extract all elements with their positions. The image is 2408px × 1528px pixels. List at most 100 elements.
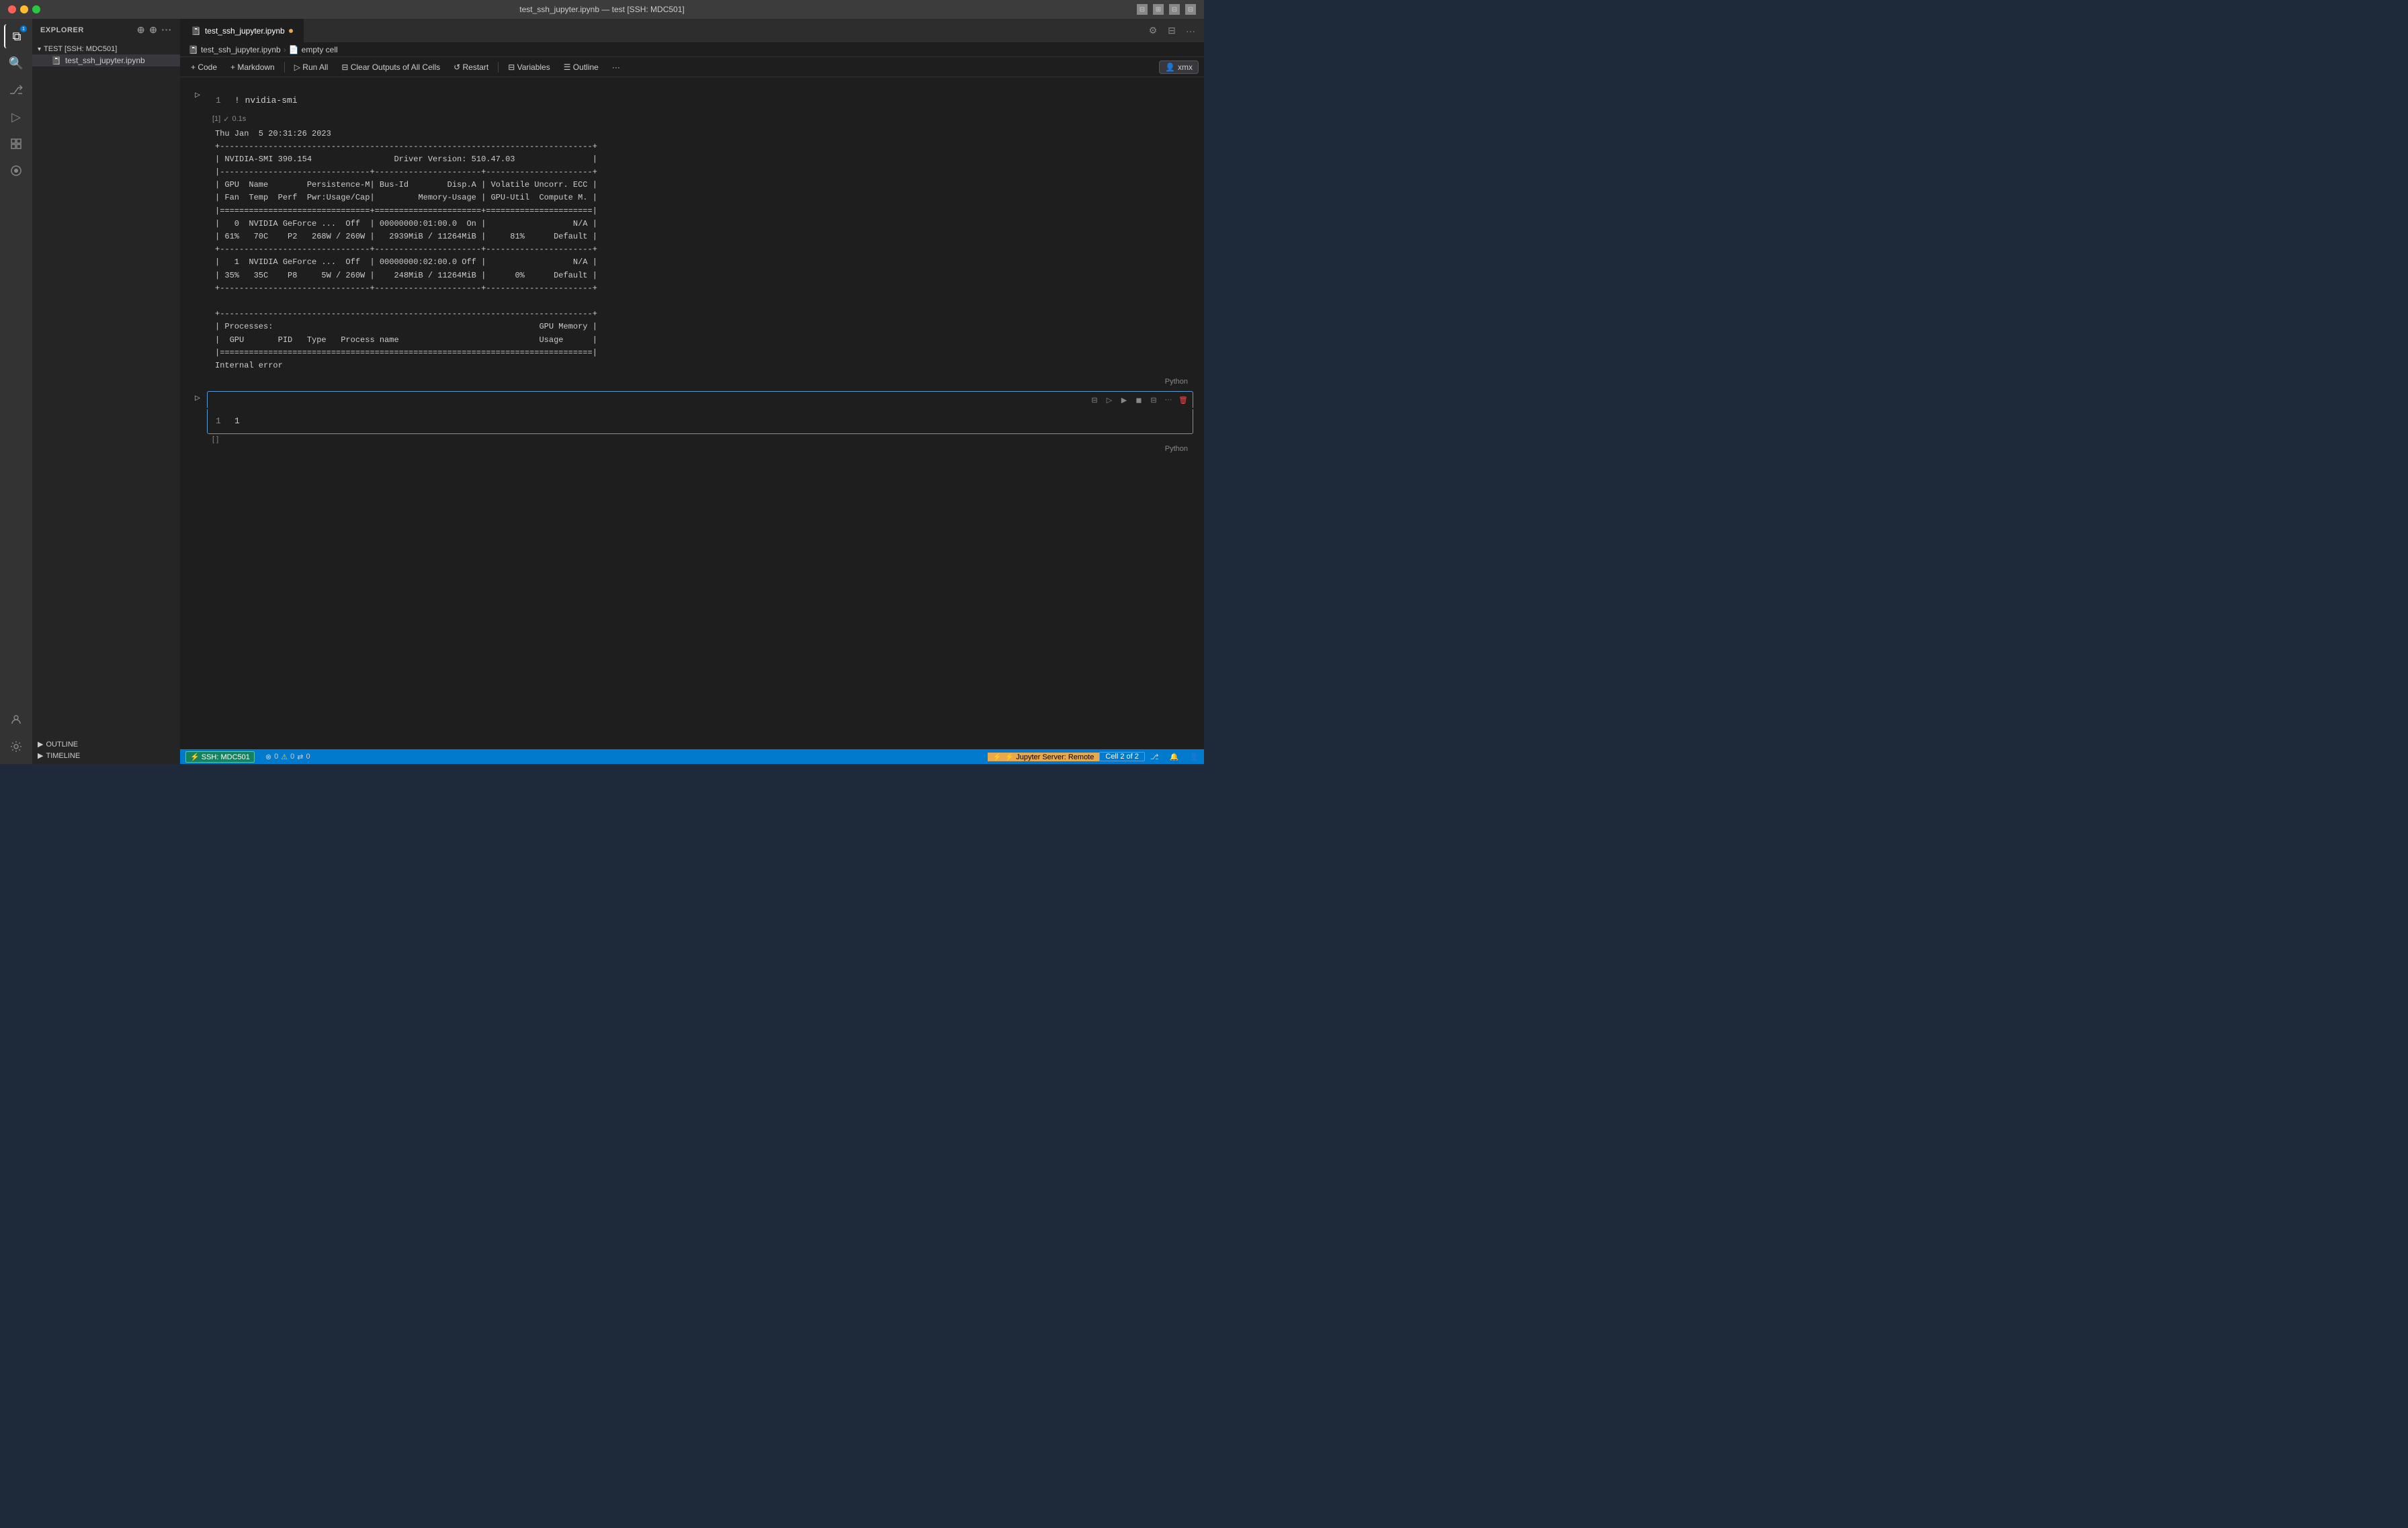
xmx-button[interactable]: 👤 xmx — [1159, 60, 1199, 74]
cell-2-delete-icon[interactable]: 🗑 — [1176, 393, 1190, 407]
toolbar-separator-1 — [284, 62, 285, 73]
cell-1-check-icon: ✓ — [223, 115, 229, 124]
cell-2-format-icon[interactable]: ⊟ — [1088, 393, 1101, 407]
sidebar-file-item[interactable]: 📓 test_ssh_jupyter.ipynb — [32, 54, 180, 67]
sidebar-group-test[interactable]: ▾ TEST [SSH: MDC501] — [32, 44, 180, 54]
status-jupyter-item[interactable]: ⚡ ⚡ Jupyter Server: Remote — [988, 753, 1100, 761]
minimize-button[interactable] — [20, 5, 28, 13]
toolbar-more-button[interactable]: ··· — [607, 61, 626, 73]
split-editor-icon[interactable]: ⊟ — [1164, 23, 1180, 39]
cell-2-run-above-icon[interactable]: ▷ — [1103, 393, 1116, 407]
status-ssh-item[interactable]: ⚡ SSH: MDC501 — [180, 749, 260, 764]
status-account-icon[interactable]: 👤 — [1184, 753, 1204, 761]
xmx-label: xmx — [1178, 62, 1193, 72]
cell-2-count: [ ] — [212, 435, 218, 443]
titlebar: test_ssh_jupyter.ipynb — test [SSH: MDC5… — [0, 0, 1204, 19]
status-bar-right: ⚡ ⚡ Jupyter Server: Remote Cell 2 of 2 ⎇… — [988, 752, 1204, 761]
add-code-button[interactable]: + Code — [185, 61, 222, 73]
status-errors-item[interactable]: ⊗ 0 ⚠ 0 ⇄ 0 — [260, 749, 316, 764]
status-bell-icon[interactable]: 🔔 — [1164, 753, 1185, 761]
notebook-toolbar: + Code + Markdown ▷ Run All ⊟ Clear Outp… — [180, 57, 1204, 77]
breadcrumb-part-1[interactable]: test_ssh_jupyter.ipynb — [201, 45, 281, 54]
cell-1-time: 0.1s — [232, 115, 246, 123]
activity-bar: ⧉ 1 🔍 ⎇ ▷ — [0, 19, 32, 764]
tab-notebook-icon: 📓 — [191, 26, 201, 36]
status-cell-count-item: Cell 2 of 2 — [1099, 752, 1145, 761]
layout-icon-4[interactable]: ⊟ — [1185, 4, 1196, 15]
outline-arrow-icon: ▶ — [38, 740, 43, 749]
cell-1-execution: [1] ✓ 0.1s — [207, 114, 1193, 125]
activity-search[interactable]: 🔍 — [4, 51, 28, 75]
outline-label: OUTLINE — [46, 740, 78, 749]
sidebar-bottom: ▶ OUTLINE ▶ TIMELINE — [32, 736, 180, 764]
breadcrumb-separator: › — [284, 45, 286, 54]
layout-icon-3[interactable]: ⊟ — [1169, 4, 1180, 15]
activity-files[interactable]: ⧉ 1 — [4, 24, 28, 48]
activity-account[interactable] — [4, 708, 28, 732]
app-container: ⧉ 1 🔍 ⎇ ▷ — [0, 19, 1204, 764]
activity-run[interactable]: ▷ — [4, 105, 28, 129]
activity-settings[interactable] — [4, 734, 28, 759]
tab-notebook[interactable]: 📓 test_ssh_jupyter.ipynb — [180, 19, 304, 42]
cell-1-code: ! nvidia-smi — [234, 95, 298, 105]
activity-source-control[interactable]: ⎇ — [4, 78, 28, 102]
cell-2-interrupt-icon[interactable]: ◼ — [1132, 393, 1146, 407]
variables-button[interactable]: ⊟ Variables — [503, 61, 556, 73]
cell-1-inner: 1 ! nvidia-smi — [207, 88, 1193, 114]
person-icon: 👤 — [1165, 62, 1175, 72]
error-count: 0 — [274, 753, 278, 761]
close-button[interactable] — [8, 5, 16, 13]
cell-2-editor[interactable]: 1 1 — [208, 409, 1193, 433]
tab-more-icon[interactable]: ··· — [1182, 23, 1199, 39]
settings-icon[interactable]: ⚙ — [1145, 23, 1161, 39]
tab-actions: ⚙ ⊟ ··· — [1145, 23, 1204, 39]
cell-1-lang: Python — [207, 378, 1193, 386]
cell-2-clear-icon[interactable]: ⊟ — [1147, 393, 1160, 407]
ports-count: 0 — [306, 753, 310, 761]
sidebar-outline[interactable]: ▶ OUTLINE — [32, 738, 180, 750]
error-circle-icon: ⊗ — [265, 753, 271, 761]
warning-count: 0 — [290, 753, 294, 761]
restart-button[interactable]: ↺ Restart — [448, 61, 494, 73]
layout-icon-1[interactable]: ⊟ — [1137, 4, 1148, 15]
cell-2-run-icon[interactable]: ▶ — [1117, 393, 1131, 407]
sidebar-new-file-icon[interactable]: ⊕ — [137, 24, 145, 36]
sidebar-new-folder-icon[interactable]: ⊕ — [149, 24, 157, 36]
cell-1-run-button[interactable]: ▷ — [191, 88, 204, 101]
run-all-button[interactable]: ▷ Run All — [289, 61, 334, 73]
notebook-file-icon: 📓 — [51, 56, 61, 65]
cell-2-inner: 1 1 — [207, 409, 1193, 434]
status-branch-icon[interactable]: ⎇ — [1145, 753, 1164, 761]
sidebar-timeline[interactable]: ▶ TIMELINE — [32, 750, 180, 761]
activity-extensions[interactable] — [4, 132, 28, 156]
maximize-button[interactable] — [32, 5, 40, 13]
breadcrumb: 📓 test_ssh_jupyter.ipynb › 📄 empty cell — [180, 42, 1204, 57]
cell-1-editor[interactable]: 1 ! nvidia-smi — [208, 89, 1193, 113]
status-ssh-label: ⚡ SSH: MDC501 — [185, 751, 255, 763]
notebook-content[interactable]: ▷ 1 ! nvidia-smi [1] ✓ 0.1s — [180, 77, 1204, 749]
breadcrumb-icon-1: 📓 — [188, 45, 198, 54]
cell-1-output: Thu Jan 5 20:31:26 2023 +---------------… — [207, 125, 1193, 378]
layout-icon-2[interactable]: ⊞ — [1153, 4, 1164, 15]
breadcrumb-part-2[interactable]: empty cell — [302, 45, 338, 54]
sidebar-more-icon[interactable]: ··· — [161, 24, 172, 36]
status-bar: ⚡ SSH: MDC501 ⊗ 0 ⚠ 0 ⇄ 0 ⚡ ⚡ Jupyter Se… — [180, 749, 1204, 764]
window-title: test_ssh_jupyter.ipynb — test [SSH: MDC5… — [519, 5, 684, 14]
warning-triangle-icon: ⚠ — [281, 753, 288, 761]
tree-arrow-icon: ▾ — [38, 46, 41, 53]
outline-button[interactable]: ☰ Outline — [558, 61, 604, 73]
cell-2-execution: [ ] — [207, 434, 1193, 445]
tab-modified-dot — [289, 29, 293, 33]
status-jupyter-label: ⚡ Jupyter Server: Remote — [1004, 753, 1094, 761]
clear-outputs-button[interactable]: ⊟ Clear Outputs of All Cells — [336, 61, 445, 73]
cell-2-lang: Python — [207, 445, 1193, 453]
cell-2-run-button[interactable]: ▷ — [191, 391, 204, 405]
window-controls — [8, 5, 40, 13]
add-markdown-button[interactable]: + Markdown — [225, 61, 280, 73]
cell-2-code: 1 — [234, 416, 240, 426]
cell-2-more-icon[interactable]: ··· — [1162, 393, 1175, 407]
sidebar-filename: test_ssh_jupyter.ipynb — [65, 56, 145, 65]
status-cell-count-label: Cell 2 of 2 — [1105, 753, 1139, 761]
activity-jupyter[interactable] — [4, 159, 28, 183]
cell-2-line-number: 1 — [216, 415, 221, 428]
